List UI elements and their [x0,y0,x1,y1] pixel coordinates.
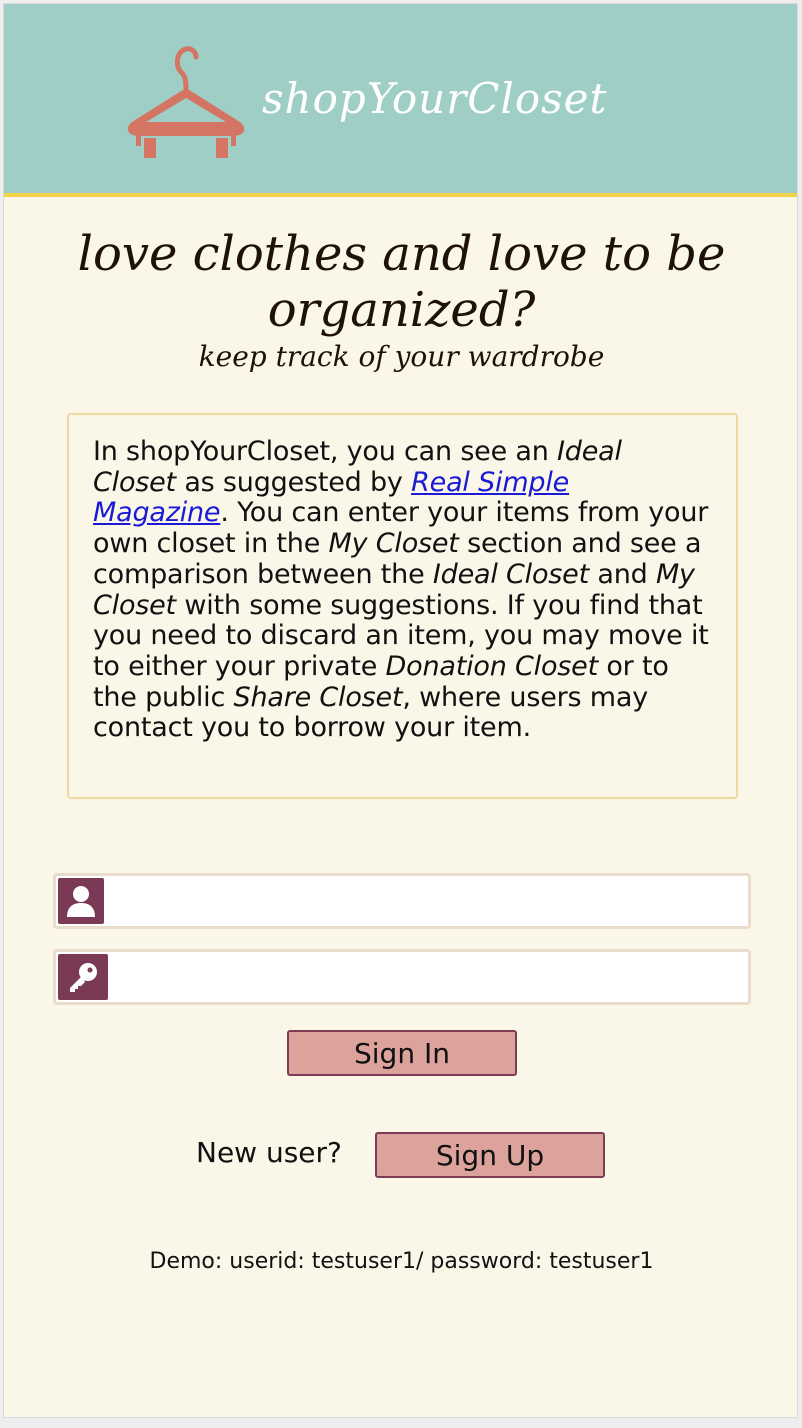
sign-up-button[interactable]: Sign Up [375,1132,605,1178]
my-closet-term: My Closet [328,528,459,560]
new-user-label: New user? [196,1136,342,1169]
hero-subheadline: keep track of your wardrobe [198,340,605,373]
donation-closet-term: Donation Closet [385,650,599,682]
app-header: shopYourCloset [4,4,797,197]
intro-text: and [588,558,656,590]
ideal-closet-term: Ideal Closet [432,558,589,590]
intro-text: In shopYourCloset, you can see an [93,436,558,467]
key-icon [58,954,108,1000]
hanger-icon [127,46,245,158]
password-input[interactable] [114,956,742,998]
sign-in-button[interactable]: Sign In [287,1030,517,1076]
userid-input[interactable] [114,880,742,922]
app-frame: shopYourCloset love clothes and love to … [3,3,798,1418]
demo-credentials-note: Demo: userid: testuser1/ password: testu… [149,1249,654,1274]
share-closet-term: Share Closet [233,681,403,713]
user-icon [58,878,104,924]
brand-name: shopYourCloset [262,74,608,123]
hero-headline: love clothes and love to be organized? [77,226,726,338]
intro-text: as suggested by [175,466,412,498]
userid-field [53,873,751,929]
intro-panel: In shopYourCloset, you can see an Ideal … [67,413,738,799]
password-field [53,949,751,1005]
